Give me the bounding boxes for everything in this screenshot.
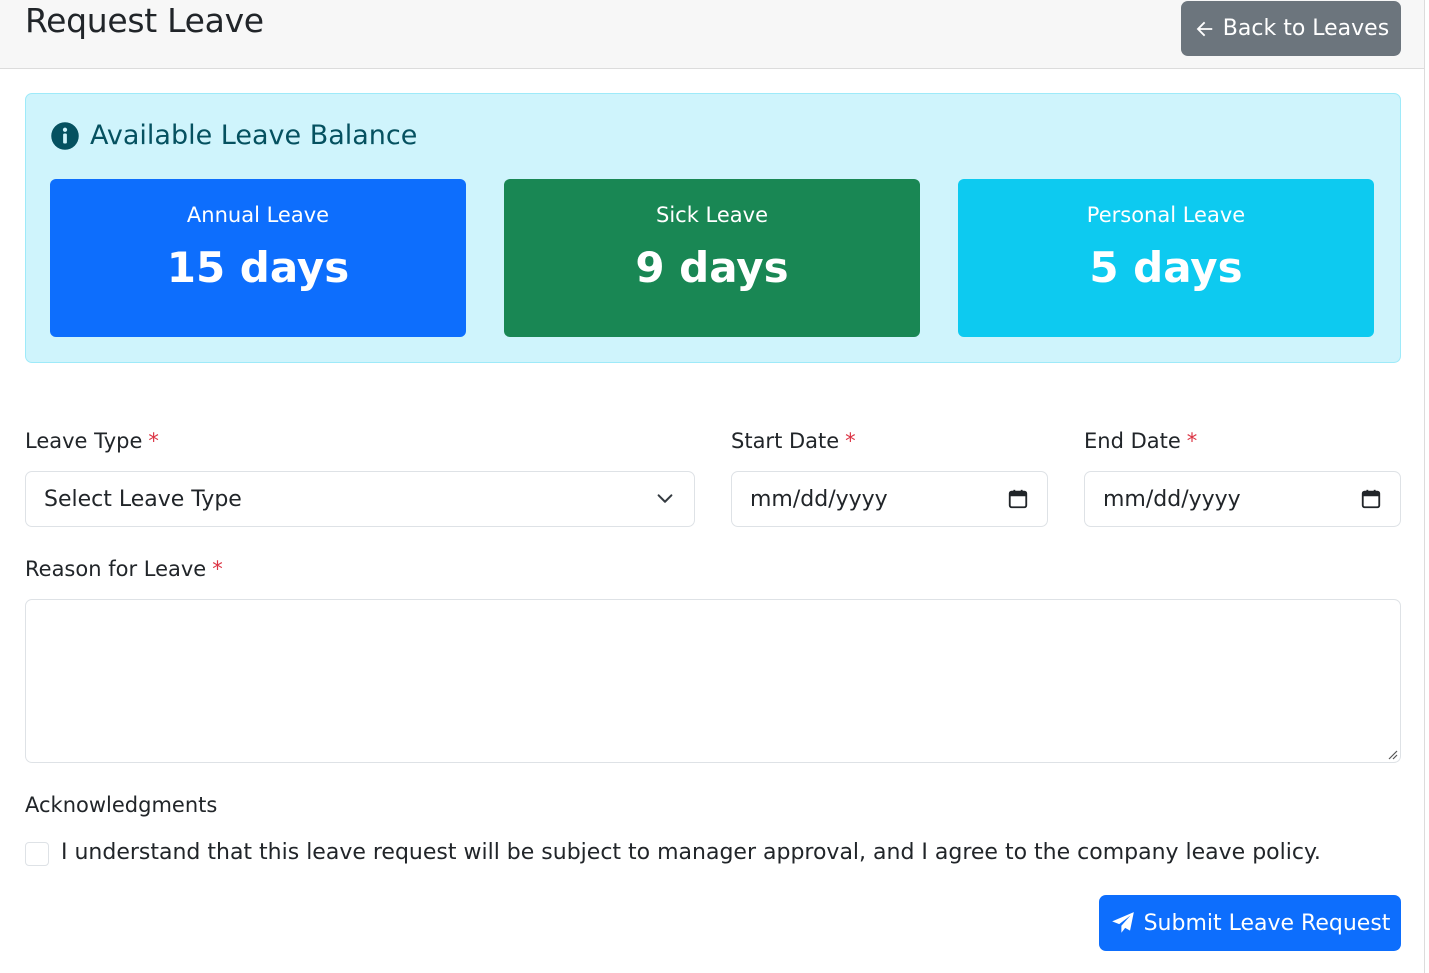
required-mark: * <box>148 429 159 453</box>
leave-request-card: Request Leave Back to Leaves Available L… <box>0 0 1425 973</box>
arrow-left-icon <box>1196 21 1213 36</box>
acknowledgment-checkbox[interactable] <box>25 842 49 866</box>
end-date-input[interactable]: mm/dd/yyyy <box>1084 471 1401 527</box>
submit-button-label: Submit Leave Request <box>1143 910 1391 936</box>
back-button-label: Back to Leaves <box>1222 16 1390 41</box>
leave-balance-panel: Available Leave Balance Annual Leave 15 … <box>25 93 1401 363</box>
calendar-icon[interactable] <box>1007 488 1029 510</box>
annual-leave-label: Annual Leave <box>186 203 330 227</box>
acknowledgments-label: Acknowledgments <box>25 793 218 817</box>
calendar-icon[interactable] <box>1360 488 1382 510</box>
required-mark: * <box>845 429 856 453</box>
end-date-placeholder: mm/dd/yyyy <box>1103 486 1241 512</box>
chevron-down-icon <box>657 494 673 503</box>
end-date-label: End Date * <box>1084 429 1197 453</box>
resize-handle-icon[interactable] <box>1386 748 1398 760</box>
leave-type-select[interactable]: Select Leave Type <box>25 471 695 527</box>
back-to-leaves-button[interactable]: Back to Leaves <box>1181 1 1401 56</box>
start-date-placeholder: mm/dd/yyyy <box>750 486 888 512</box>
personal-leave-label: Personal Leave <box>1086 203 1246 227</box>
leave-type-selected-value: Select Leave Type <box>44 486 242 512</box>
sick-leave-card: Sick Leave 9 days <box>504 179 920 337</box>
page-title: Request Leave <box>25 1 264 40</box>
annual-leave-value: 15 days <box>166 243 350 292</box>
submit-leave-request-button[interactable]: Submit Leave Request <box>1099 895 1401 951</box>
personal-leave-card: Personal Leave 5 days <box>958 179 1374 337</box>
paper-plane-icon <box>1111 912 1134 933</box>
required-mark: * <box>212 557 223 581</box>
reason-label-text: Reason for Leave <box>25 557 207 581</box>
annual-leave-card: Annual Leave 15 days <box>50 179 466 337</box>
acknowledgment-checkbox-label[interactable]: I understand that this leave request wil… <box>61 840 1321 865</box>
start-date-label: Start Date * <box>731 429 856 453</box>
start-date-label-text: Start Date <box>731 429 840 453</box>
end-date-label-text: End Date <box>1084 429 1181 453</box>
start-date-input[interactable]: mm/dd/yyyy <box>731 471 1048 527</box>
card-header: Request Leave Back to Leaves <box>0 0 1424 69</box>
reason-textarea[interactable] <box>25 599 1401 763</box>
leave-balance-title: Available Leave Balance <box>90 120 418 151</box>
reason-label: Reason for Leave * <box>25 557 223 581</box>
personal-leave-value: 5 days <box>1089 243 1243 292</box>
sick-leave-label: Sick Leave <box>655 203 768 227</box>
sick-leave-value: 9 days <box>635 243 789 292</box>
info-circle-icon <box>51 121 79 150</box>
required-mark: * <box>1186 429 1198 453</box>
leave-type-label-text: Leave Type <box>25 429 143 453</box>
leave-type-label: Leave Type * <box>25 429 159 453</box>
leave-balance-heading: Available Leave Balance <box>50 120 417 151</box>
